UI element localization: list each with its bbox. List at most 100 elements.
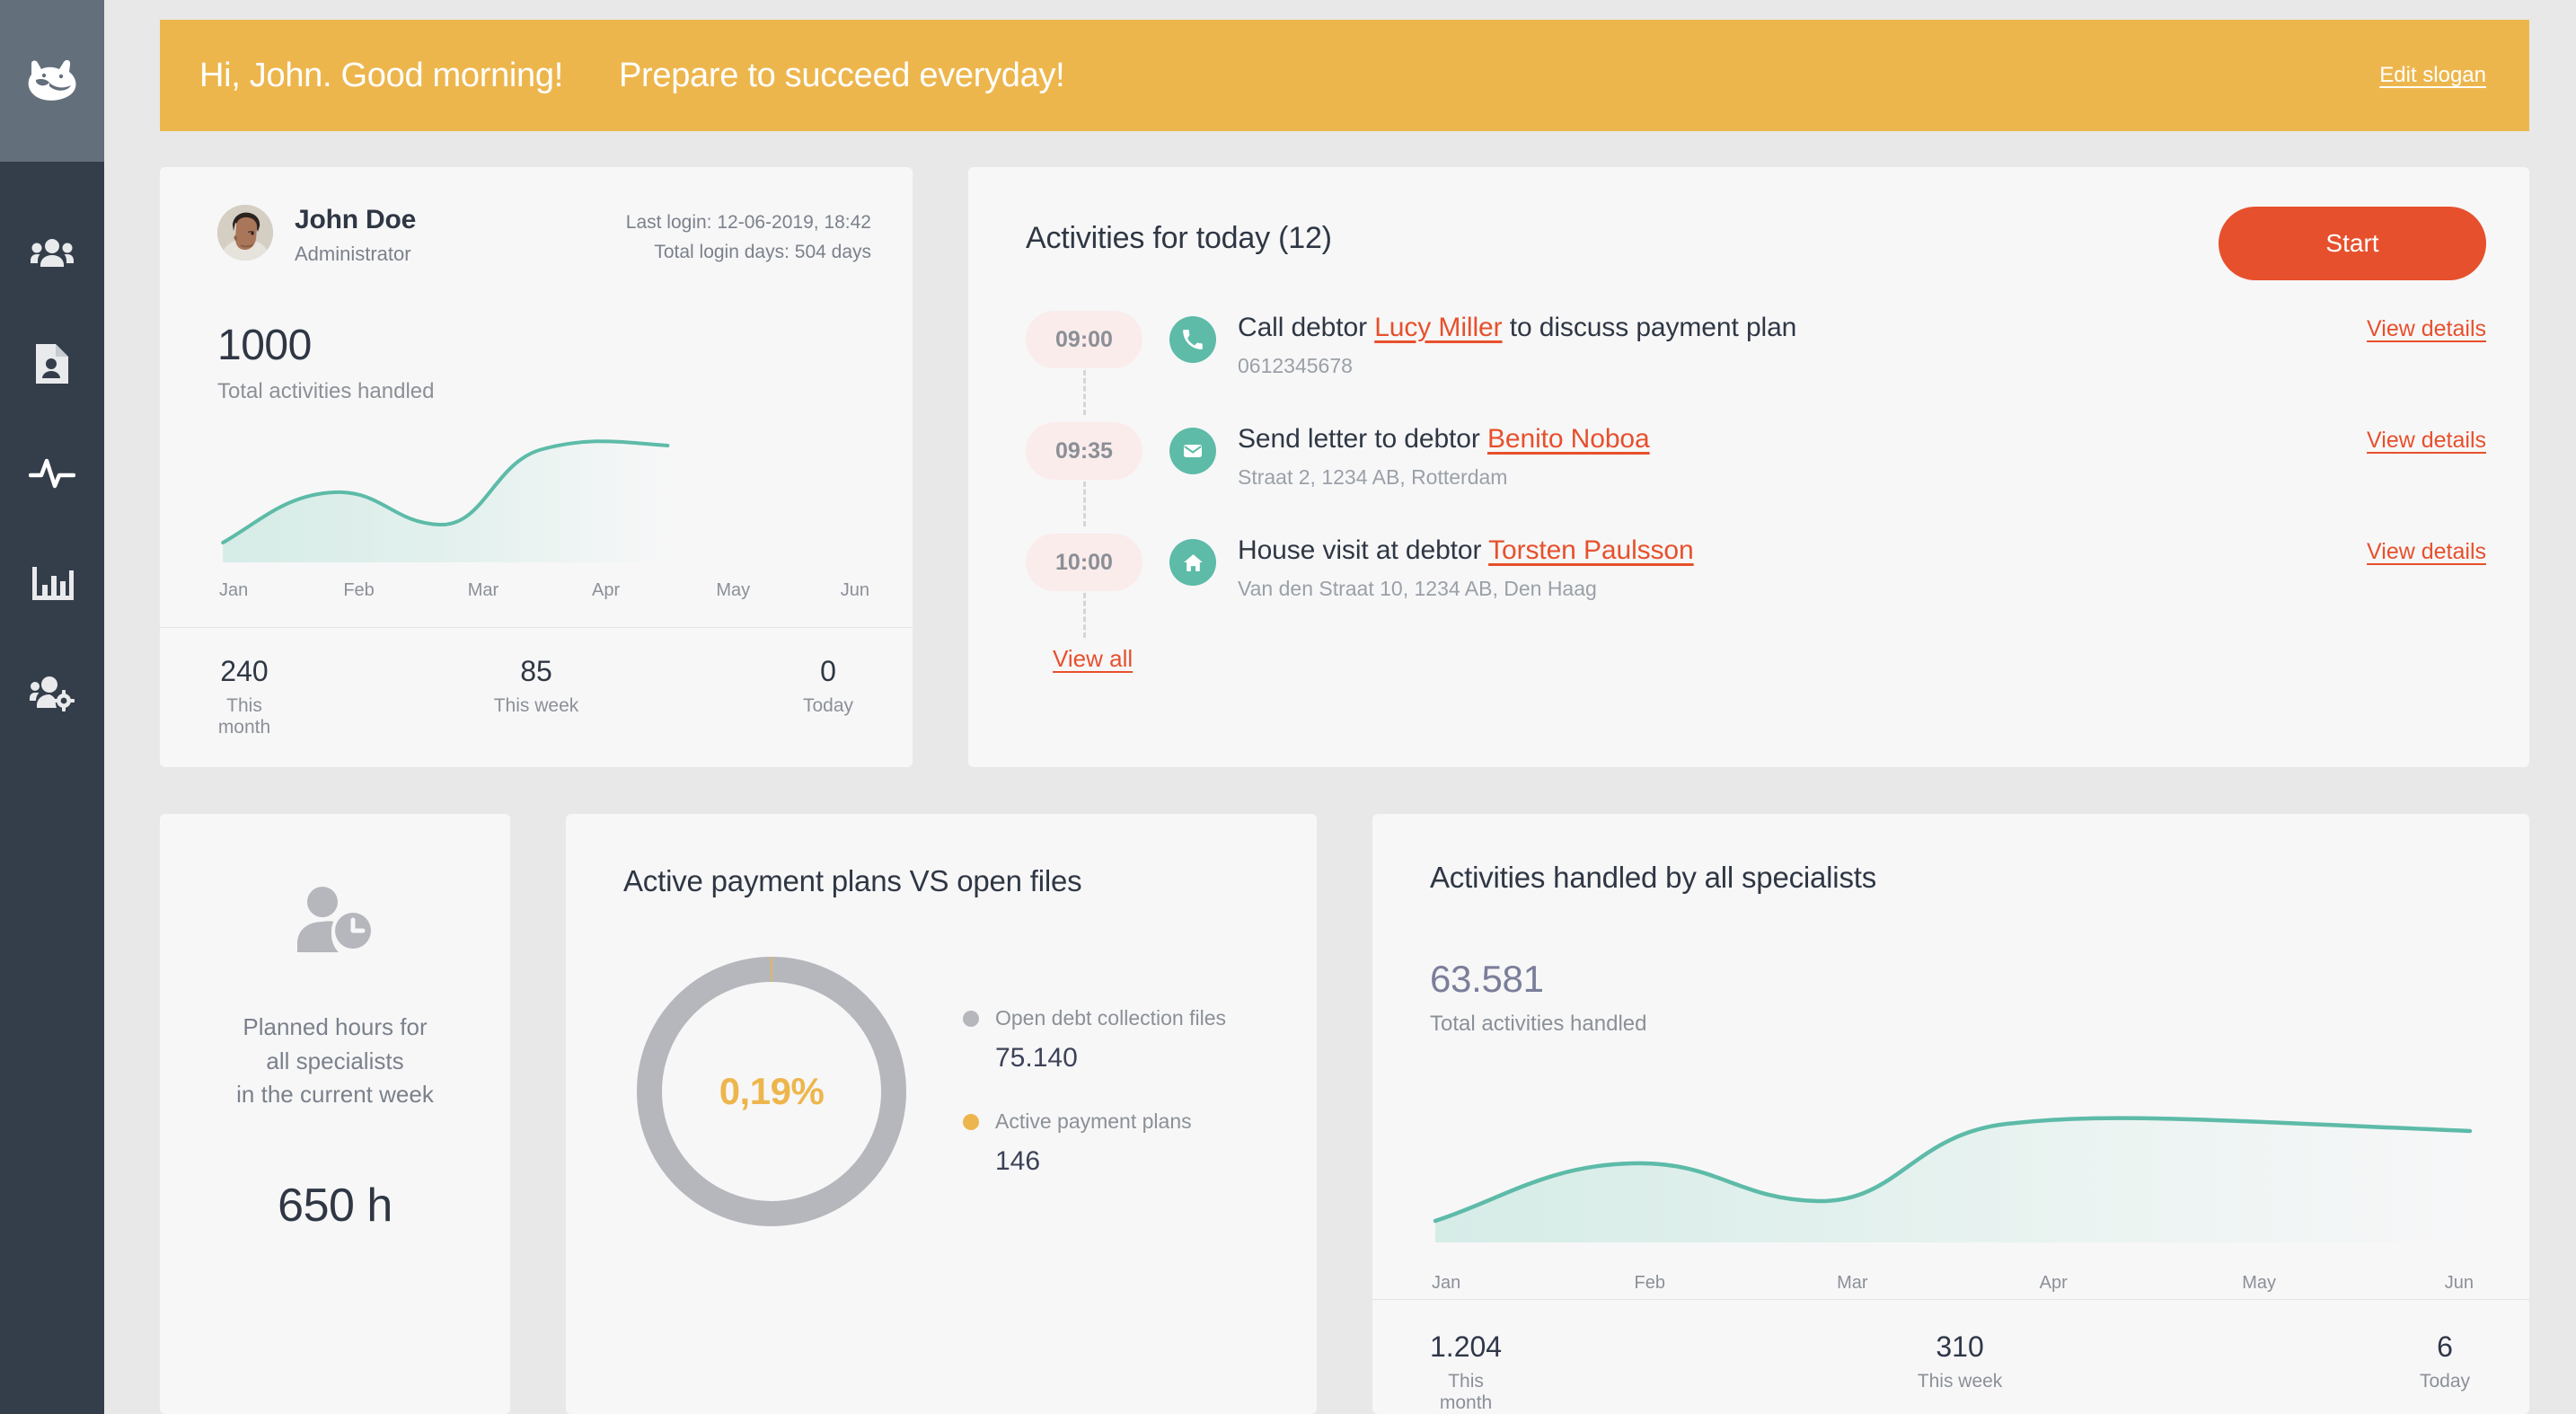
sidebar-item-customers[interactable] [0,199,104,309]
activity-row[interactable]: 09:00 Call debtor Lucy Miller to discuss… [1026,311,2486,422]
view-all-link[interactable]: View all [1053,645,1133,673]
legend-dot-icon [963,1010,979,1027]
payment-plans-donut: 0,19% [623,943,920,1240]
cat-logo[interactable] [0,0,104,162]
profile-login-info: Last login: 12-06-2019, 18:42 Total logi… [626,205,871,267]
payment-plans-card: Active payment plans VS open files 0,19% [566,814,1317,1414]
activity-row[interactable]: 09:35 Send letter to debtor Benito Noboa [1026,422,2486,534]
legend-value: 146 [995,1146,1041,1176]
activities-header: Activities for today (12) Start [1026,207,2486,280]
dashboard-row-2: Planned hours for all specialists in the… [160,814,2529,1414]
avatar-photo [217,205,273,261]
debtor-link[interactable]: Torsten Paulsson [1488,535,1694,565]
x-tick: May [2242,1273,2276,1293]
activity-description: Send letter to debtor Benito Noboa [1238,424,2367,455]
payment-plans-title: Active payment plans VS open files [623,864,1082,897]
activity-content: Call debtor Lucy Miller to discuss payme… [1238,311,2367,378]
sidebar [0,0,104,1414]
activity-text-after: to discuss payment plan [1502,313,1797,342]
x-tick: Jan [1432,1273,1461,1293]
person-clock-icon [292,886,378,960]
stat-label: This month [217,695,271,738]
debtor-link[interactable]: Lucy Miller [1374,313,1502,342]
edit-slogan-link[interactable]: Edit slogan [2379,63,2486,88]
activity-pulse-icon [29,458,75,489]
sparkline-x-labels: Jan Feb Mar Apr May Jun [1430,1273,2475,1294]
stat-label: This week [1917,1371,2003,1392]
profile-total-value: 1000 [217,322,312,370]
activity-content: House visit at debtor Torsten Paulsson V… [1238,534,2367,601]
x-tick: May [716,580,751,601]
x-tick: Mar [467,580,499,601]
x-tick: Jun [840,580,869,601]
hours-line-2: all specialists [266,1047,404,1074]
x-tick: Apr [592,580,621,601]
activity-time: 09:35 [1026,422,1142,480]
greeting-banner: Hi, John. Good morning! Prepare to succe… [160,20,2529,131]
timeline-connector [1082,370,1086,415]
profile-name: John Doe [295,205,417,234]
x-tick: Feb [343,580,375,601]
stat-today: 6 Today [2418,1330,2472,1414]
view-details-link[interactable]: View details [2367,422,2486,454]
activities-title: Activities for today (12) [1026,221,1332,255]
profile-role: Administrator [295,243,411,265]
last-login-text: Last login: 12-06-2019, 18:42 [625,212,871,233]
home-glyph [1183,553,1203,571]
specialists-stats-footer: 1.204 This month 310 This week 6 Today [1372,1299,2529,1414]
stat-value: 0 [820,655,836,687]
stat-label: This month [1439,1371,1493,1413]
stat-value: 6 [2437,1330,2453,1363]
legend-row: Active payment plans [963,1109,1226,1134]
home-icon [1169,539,1216,586]
legend-label: Open debt collection files [995,1006,1226,1030]
sidebar-item-activities[interactable] [0,419,104,528]
stat-today: 0 Today [801,655,855,738]
legend-item: Open debt collection files 75.140 [963,1006,1226,1074]
envelope-icon [1169,428,1216,474]
timeline-connector [1082,482,1086,526]
stat-value: 1.204 [1430,1330,1503,1363]
view-details-link[interactable]: View details [2367,534,2486,565]
specialists-body: Activities handled by all specialists 63… [1372,814,2529,1299]
sparkline-svg [221,439,670,563]
x-tick: Jan [219,580,249,601]
profile-header: John Doe Administrator Last login: 12-06… [217,205,871,267]
activity-timeline: 09:00 [1026,311,1142,415]
stat-value: 240 [220,655,269,687]
sidebar-nav [0,162,104,747]
view-details-link[interactable]: View details [2367,311,2486,342]
activity-row[interactable]: 10:00 House visit at debtor Torsten Paul… [1026,534,2486,645]
activity-content: Send letter to debtor Benito Noboa Straa… [1238,422,2367,490]
activity-text-before: Call debtor [1238,313,1375,342]
specialists-total-value: 63.581 [1430,958,1544,1000]
start-button[interactable]: Start [2219,207,2486,280]
stat-this-month: 240 This month [217,655,271,738]
x-tick: Jun [2444,1273,2474,1293]
profile-activities-sparkline: Jan Feb Mar Apr May Jun [217,428,871,627]
greeting-text: Hi, John. Good morning! [199,56,563,94]
activity-description: Call debtor Lucy Miller to discuss payme… [1238,313,2367,343]
activity-subtext: 0612345678 [1238,354,1353,377]
legend-label: Active payment plans [995,1109,1192,1133]
stat-label: Today [2419,1371,2471,1392]
users-group-icon [31,239,74,267]
phone-glyph [1183,330,1203,349]
sidebar-item-specialists[interactable] [0,638,104,747]
main-content: Hi, John. Good morning! Prepare to succe… [104,0,2576,1414]
profile-card: John Doe Administrator Last login: 12-06… [160,167,913,767]
debtor-link[interactable]: Benito Noboa [1487,424,1650,454]
donut-chart-area: 0,19% Open debt collection files 75.140 [623,943,1268,1240]
sidebar-item-reports[interactable] [0,528,104,638]
planned-hours-description: Planned hours for all specialists in the… [236,1011,434,1112]
stat-this-week: 85 This week [271,655,801,738]
dashboard-root: Hi, John. Good morning! Prepare to succe… [0,0,2576,1414]
donut-legend: Open debt collection files 75.140 Active… [963,1006,1226,1177]
bar-chart-icon [32,567,74,600]
legend-dot-icon [963,1113,979,1130]
activity-description: House visit at debtor Torsten Paulsson [1238,535,2367,566]
users-settings-icon [30,676,75,711]
stat-this-month: 1.204 This month [1430,1330,1502,1414]
stat-value: 310 [1936,1330,1984,1363]
sidebar-item-files[interactable] [0,309,104,419]
